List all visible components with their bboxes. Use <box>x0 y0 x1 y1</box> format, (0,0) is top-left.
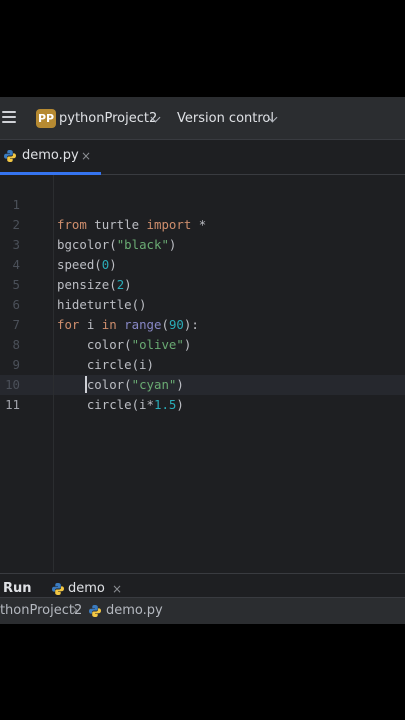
code-line: 11 <box>0 375 405 412</box>
code-line: 10 circle(i*1.5) <box>0 355 405 412</box>
code-line: 8 circle(i) <box>0 315 405 372</box>
ide-window: PP pythonProject2 Version control demo.p… <box>0 97 405 624</box>
python-file-icon <box>89 605 101 617</box>
breadcrumb-file[interactable]: demo.py <box>106 602 163 619</box>
tab-label: demo.py <box>22 148 79 163</box>
code-line: 7 color("olive") <box>0 295 405 352</box>
run-tab-demo[interactable]: demo <box>68 581 105 597</box>
run-tool-window-header: Run demo × <box>0 573 405 598</box>
code-editor[interactable]: 1 from turtle import * 2 bgcolor("black"… <box>0 175 405 572</box>
code-line: 2 bgcolor("black") <box>0 195 405 252</box>
editor-tab-bar: demo.py × <box>0 140 405 175</box>
project-name[interactable]: pythonProject2 <box>59 109 157 128</box>
close-icon[interactable]: × <box>112 581 122 597</box>
navigation-bar: pythonProject2 demo.py <box>0 597 405 624</box>
code-line: 6 for i in range(90): <box>0 275 405 332</box>
hamburger-menu-icon[interactable] <box>2 111 16 124</box>
main-toolbar: PP pythonProject2 Version control <box>0 97 405 140</box>
python-file-icon <box>4 150 16 162</box>
code-line: 9 color("cyan") <box>0 335 405 392</box>
version-control-menu[interactable]: Version control <box>177 109 274 128</box>
close-icon[interactable]: × <box>81 148 91 164</box>
text-caret <box>85 376 87 393</box>
code-line: 4 pensize(2) <box>0 235 405 292</box>
line-number: 11 <box>5 397 20 412</box>
tab-demo-py[interactable]: demo.py × <box>0 140 101 175</box>
python-file-icon <box>52 583 64 595</box>
code-line: 1 from turtle import * <box>0 175 405 232</box>
project-badge[interactable]: PP <box>36 109 56 128</box>
code-line: 5 hideturtle() <box>0 255 405 312</box>
run-panel-title[interactable]: Run <box>3 581 32 597</box>
code-line: 3 speed(0) <box>0 215 405 272</box>
